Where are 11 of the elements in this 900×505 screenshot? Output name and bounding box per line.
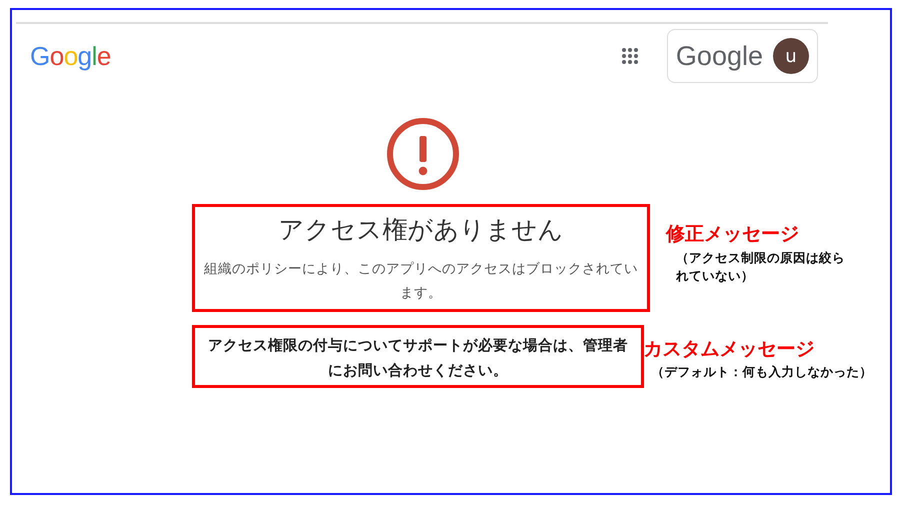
annotation-heading: カスタムメッセージ [644, 336, 816, 362]
error-description: 組織のポリシーにより、このアプリへのアクセスはブロックされています。 [203, 260, 639, 302]
annotation-note: （アクセス制限の原因は絞られていない） [675, 248, 846, 286]
google-logo: Google [30, 40, 111, 72]
help-message: アクセス権限の付与についてサポートが必要な場合は、管理者にお問い合わせください。 [206, 336, 629, 380]
annotation-note: （デフォルト：何も入力しなかった） [650, 363, 874, 381]
apps-grid-icon[interactable] [620, 47, 639, 65]
account-chip[interactable]: Google u [666, 29, 818, 83]
error-icon [385, 116, 461, 192]
error-title: アクセス権がありません [278, 214, 564, 246]
annotation-heading: 修正メッセージ [666, 222, 800, 247]
